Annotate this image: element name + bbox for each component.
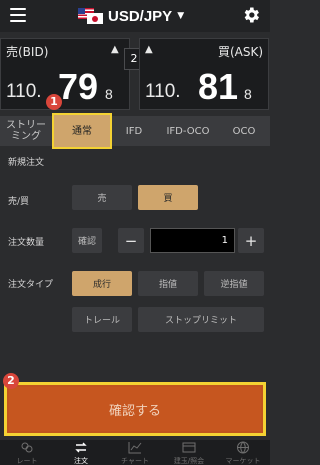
market-order-button[interactable]: 成行 (72, 271, 132, 296)
quantity-input[interactable]: 1 (150, 228, 235, 253)
app-header: USD/JPY ▼ (0, 0, 270, 32)
nav-market-label: マーケット (225, 457, 261, 465)
sell-button[interactable]: 売 (72, 185, 132, 210)
buy-button[interactable]: 買 (138, 185, 198, 210)
quantity-confirm-button[interactable]: 確認 (72, 228, 102, 253)
chart-icon (128, 442, 142, 454)
tab-streaming[interactable]: ストリーミング (2, 116, 50, 146)
ask-up-arrow-icon: ▲ (145, 44, 153, 55)
ask-price-prefix: 110. (145, 81, 181, 102)
gear-icon[interactable] (241, 5, 261, 25)
bid-price-pip: 8 (105, 86, 113, 102)
bid-price-big: 79 (58, 66, 99, 107)
nav-positions-label: 建玉/照会 (173, 457, 205, 465)
bottom-navigation: レート 注文 チャート 建玉/照会 マーケット (0, 440, 270, 465)
limit-order-button[interactable]: 指値 (138, 271, 198, 296)
annotation-badge-2: 2 (3, 373, 19, 389)
tab-normal[interactable]: 通常 (52, 113, 112, 149)
nav-market[interactable]: マーケット (216, 440, 270, 465)
tab-oco[interactable]: OCO (222, 116, 266, 146)
section-title: 新規注文 (8, 158, 45, 168)
bid-label: 売(BID) (6, 45, 49, 59)
confirm-button-frame: 確認する (4, 382, 266, 436)
globe-icon (237, 441, 249, 454)
stop-limit-order-button[interactable]: ストップリミット (138, 307, 264, 332)
annotation-badge-1: 1 (46, 94, 62, 110)
currency-pair-selector[interactable]: USD/JPY ▼ (78, 5, 184, 27)
tab-ifd-oco[interactable]: IFD-OCO (156, 116, 220, 146)
ask-price-pip: 8 (244, 86, 252, 102)
trailing-order-button[interactable]: トレール (72, 307, 132, 332)
side-label: 売/買 (8, 197, 30, 207)
ask-price-panel[interactable]: ▲ 買(ASK) 110. 81 8 (139, 38, 269, 110)
confirm-button[interactable]: 確認する (9, 387, 261, 431)
bid-up-arrow-icon: ▲ (111, 44, 119, 55)
nav-rate[interactable]: レート (0, 440, 54, 465)
positions-icon (182, 442, 196, 453)
bid-price-panel[interactable]: 売(BID) ▲ 110. 79 8 (0, 38, 130, 110)
quantity-minus-button[interactable]: − (118, 228, 144, 253)
nav-chart-label: チャート (121, 457, 149, 465)
chevron-down-icon: ▼ (177, 11, 185, 21)
order-icon (75, 442, 87, 453)
currency-pair-label: USD/JPY (108, 7, 173, 25)
order-type-tabs: ストリーミング 通常 IFD IFD-OCO OCO (0, 113, 270, 149)
nav-rate-label: レート (16, 457, 38, 465)
tab-ifd[interactable]: IFD (114, 116, 154, 146)
flag-icon (78, 7, 106, 25)
bid-price-prefix: 110. (6, 81, 42, 102)
nav-positions[interactable]: 建玉/照会 (162, 440, 216, 465)
quantity-plus-button[interactable]: + (238, 228, 264, 253)
menu-icon[interactable] (10, 8, 26, 22)
stop-order-button[interactable]: 逆指値 (204, 271, 264, 296)
nav-chart[interactable]: チャート (108, 440, 162, 465)
order-type-label: 注文タイプ (8, 280, 54, 290)
nav-order-label: 注文 (74, 457, 88, 465)
ask-label: 買(ASK) (218, 45, 264, 59)
ask-price-big: 81 (198, 66, 239, 107)
nav-order[interactable]: 注文 (54, 440, 108, 465)
rate-icon (21, 442, 33, 453)
quantity-label: 注文数量 (8, 238, 45, 248)
